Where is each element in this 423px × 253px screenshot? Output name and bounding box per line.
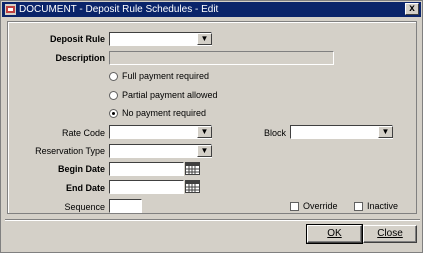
no-payment-label: No payment required (122, 108, 207, 118)
sequence-label: Sequence (64, 202, 105, 212)
begin-date-input[interactable] (109, 162, 184, 176)
ok-button[interactable]: OK (306, 224, 363, 244)
divider (5, 219, 420, 221)
override-label: Override (303, 201, 338, 211)
block-label: Block (263, 128, 286, 138)
sequence-input[interactable] (109, 199, 142, 213)
inactive-label: Inactive (367, 201, 399, 211)
calendar-icon[interactable] (185, 180, 200, 193)
partial-payment-radio[interactable] (109, 91, 118, 100)
no-payment-radio[interactable] (109, 109, 118, 118)
title-bar: DOCUMENT - Deposit Rule Schedules - Edit… (2, 2, 421, 17)
window-title: DOCUMENT - Deposit Rule Schedules - Edit (19, 4, 219, 15)
block-dropdown-button[interactable]: ▼ (378, 126, 393, 138)
rate-code-label: Rate Code (61, 128, 105, 138)
arrow-down-icon: ▼ (200, 146, 209, 155)
arrow-down-icon: ▼ (200, 34, 209, 43)
full-payment-label: Full payment required (122, 71, 210, 81)
begin-date-label: Begin Date (57, 164, 105, 174)
app-icon (5, 4, 16, 15)
reservation-type-label: Reservation Type (35, 146, 105, 156)
close-icon: x (409, 3, 415, 14)
end-date-input[interactable] (109, 180, 184, 194)
close-button[interactable]: Close (363, 225, 417, 243)
end-date-label: End Date (65, 183, 105, 193)
inactive-checkbox[interactable] (354, 202, 363, 211)
deposit-rule-dropdown-button[interactable]: ▼ (197, 33, 212, 45)
partial-payment-label: Partial payment allowed (122, 90, 218, 100)
full-payment-radio[interactable] (109, 72, 118, 81)
dialog-window: DOCUMENT - Deposit Rule Schedules - Edit… (0, 0, 423, 253)
arrow-down-icon: ▼ (381, 127, 390, 136)
close-button-label: Close (377, 228, 403, 239)
calendar-icon[interactable] (185, 162, 200, 175)
ok-button-label: OK (327, 228, 342, 239)
arrow-down-icon: ▼ (200, 127, 209, 136)
description-label: Description (55, 53, 105, 63)
reservation-type-dropdown-button[interactable]: ▼ (197, 145, 212, 157)
deposit-rule-label: Deposit Rule (49, 34, 105, 44)
description-field (109, 51, 334, 65)
rate-code-dropdown-button[interactable]: ▼ (197, 126, 212, 138)
override-checkbox[interactable] (290, 202, 299, 211)
close-window-button[interactable]: x (405, 3, 419, 15)
